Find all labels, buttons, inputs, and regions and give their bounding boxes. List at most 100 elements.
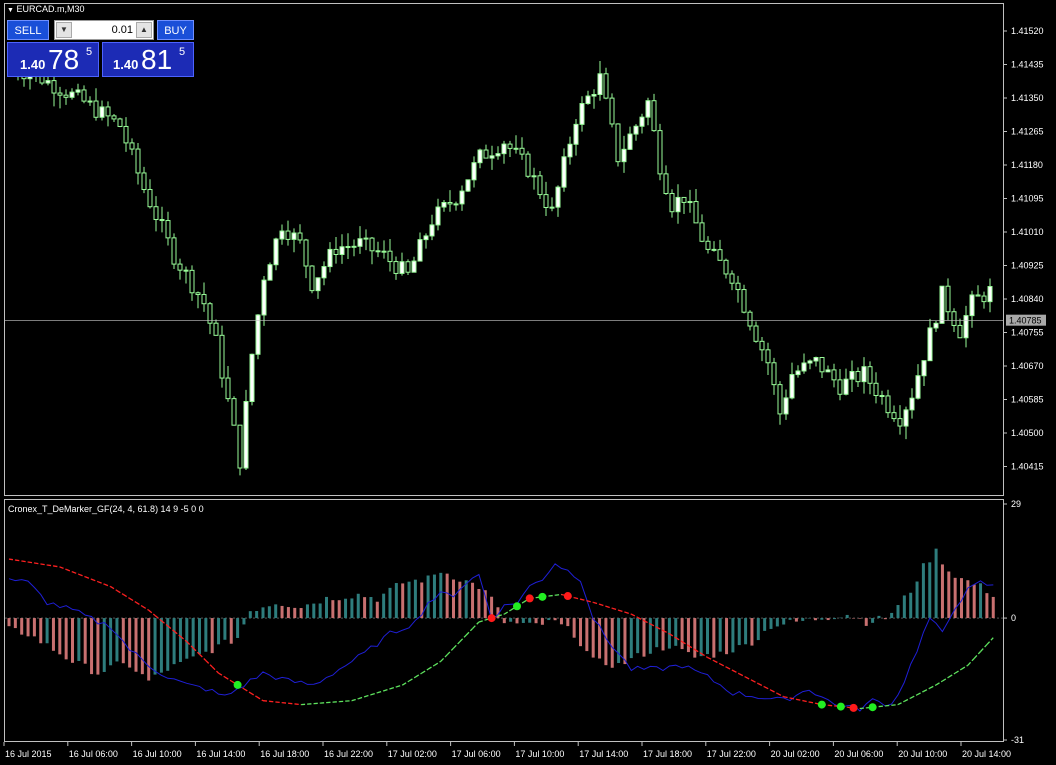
histogram-bar [242, 618, 246, 625]
candle [303, 238, 309, 279]
signal-dot [525, 594, 534, 603]
sell-price-box[interactable]: 1.40 78 5 [7, 42, 99, 77]
signal-segment [370, 692, 378, 696]
indicator-axis: 29 0 -31 [1003, 499, 1024, 745]
candle [129, 138, 135, 156]
signal-segment [732, 669, 740, 675]
signal-segment [967, 657, 975, 666]
histogram-bar [13, 618, 17, 629]
histogram-bar [331, 600, 335, 619]
signal-segment [8, 558, 16, 561]
buy-button[interactable]: BUY [157, 20, 194, 40]
histogram-bar [617, 618, 621, 664]
signal-segment [281, 701, 289, 704]
time-label: 17 Jul 10:00 [515, 749, 564, 759]
candle [123, 117, 129, 152]
signal-segment [802, 700, 810, 703]
candle [105, 101, 111, 127]
candle [279, 224, 285, 245]
histogram-bar [401, 583, 405, 619]
candle [207, 301, 213, 335]
candle [423, 233, 429, 249]
buy-price-box[interactable]: 1.40 81 5 [102, 42, 194, 77]
histogram-bar [890, 612, 894, 619]
signal-segment [707, 656, 715, 662]
signal-segment [612, 607, 619, 611]
histogram-bar [934, 548, 938, 619]
candle [117, 117, 123, 128]
histogram-bar [909, 592, 913, 619]
lot-size-input[interactable] [73, 23, 135, 37]
candle [363, 229, 369, 251]
signal-dot [513, 602, 521, 611]
histogram-bar [788, 618, 792, 620]
histogram-bar [223, 618, 227, 640]
candle [315, 277, 321, 299]
price-label: 1.41435 [1011, 60, 1044, 70]
candle [219, 325, 225, 388]
signal-segment [828, 704, 835, 707]
candle [489, 145, 495, 170]
candle [327, 242, 333, 273]
signal-segment [745, 676, 753, 681]
candle [597, 61, 603, 101]
candle [561, 148, 567, 192]
signal-segment [288, 702, 295, 705]
histogram-bar [674, 618, 678, 646]
signal-segment [122, 593, 130, 599]
signal-segment [935, 680, 943, 686]
sell-price-sup: 5 [86, 46, 93, 58]
signal-curve [8, 558, 994, 710]
histogram-bar [407, 581, 411, 619]
histogram-bar [725, 618, 729, 655]
signal-segment [65, 568, 73, 573]
histogram-bar [115, 618, 119, 662]
candle [333, 237, 339, 264]
candle [777, 381, 783, 425]
price-label: 1.40415 [1011, 462, 1044, 472]
histogram-bar [452, 579, 455, 619]
candle [369, 237, 375, 265]
histogram-bar [896, 605, 900, 619]
time-label: 16 Jul 06:00 [69, 749, 118, 759]
time-label: 20 Jul 10:00 [898, 749, 947, 759]
lot-increase-button[interactable]: ▲ [136, 22, 152, 38]
signal-segment [713, 660, 721, 665]
lot-decrease-button[interactable]: ▼ [56, 22, 72, 38]
histogram-bar [236, 618, 240, 638]
signal-segment [78, 573, 86, 578]
current-price-label: 1.40785 [1009, 316, 1042, 326]
candle [417, 232, 423, 262]
sell-button[interactable]: SELL [7, 20, 49, 40]
histogram-bar [928, 562, 932, 619]
signal-segment [885, 704, 892, 707]
candle [531, 167, 537, 190]
time-label: 17 Jul 22:00 [707, 749, 756, 759]
signal-segment [961, 664, 969, 670]
candle [813, 356, 819, 367]
histogram-bar [718, 618, 722, 652]
signal-segment [472, 621, 480, 630]
candle [231, 396, 237, 426]
signal-segment [358, 696, 365, 700]
histogram-bar [763, 618, 767, 631]
signal-segment [218, 672, 226, 678]
histogram-bar [966, 580, 970, 619]
signal-segment [389, 686, 397, 690]
lot-size-stepper[interactable]: ▼ ▲ [54, 20, 154, 40]
candle [675, 184, 681, 224]
histogram-bar [363, 597, 367, 619]
buy-price-big: 81 [141, 44, 173, 75]
price-label: 1.40500 [1011, 428, 1044, 438]
histogram-bar [693, 618, 697, 658]
chart-area[interactable]: 1.41520 1.41435 1.41350 1.41265 1.41180 1.410… [0, 0, 1056, 765]
histogram-bar [712, 618, 716, 658]
candle [669, 189, 675, 218]
signal-segment [148, 609, 156, 616]
buy-price-sup: 5 [179, 46, 186, 58]
signal-segment [980, 644, 988, 652]
histogram-bar [750, 618, 754, 646]
main-chart-frame [4, 3, 1004, 496]
candle [471, 156, 477, 188]
histogram-bar [845, 614, 849, 619]
